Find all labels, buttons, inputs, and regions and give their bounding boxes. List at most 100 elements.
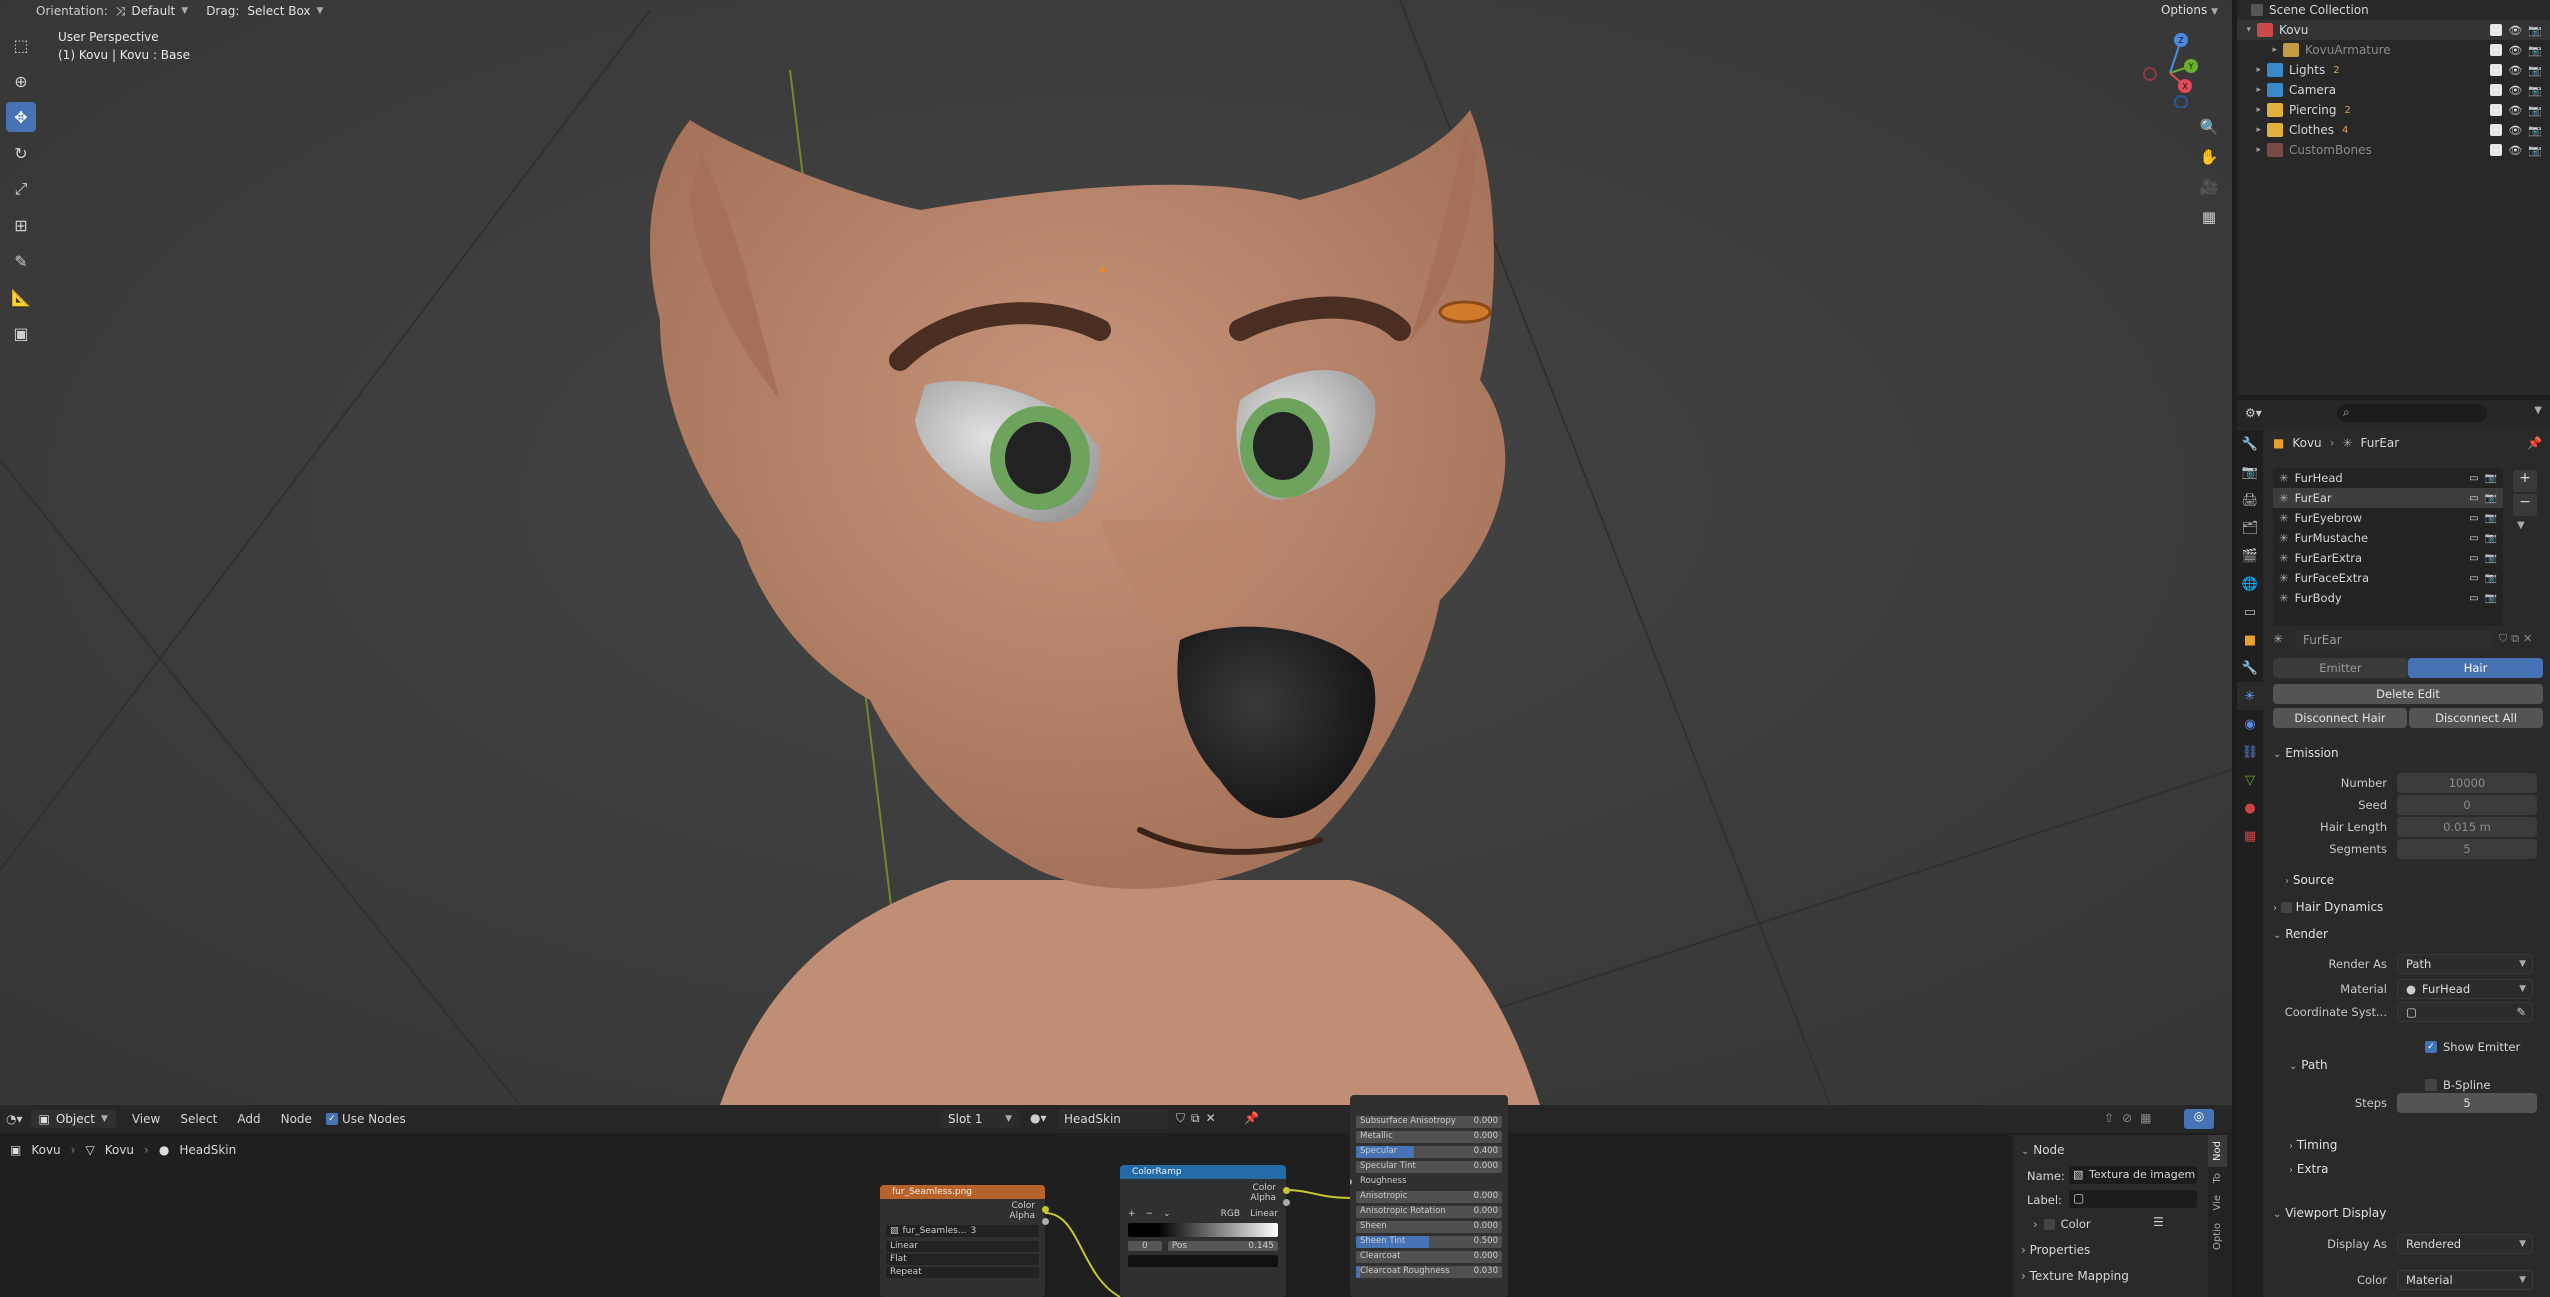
bspline-row[interactable]: B-Spline [2425,1078,2490,1092]
outliner-row[interactable]: ▸ KovuArmature 👁 📷 [2237,40,2550,60]
material-tab-icon[interactable]: ● [2237,794,2263,822]
show-emitter-row[interactable]: ✓ Show Emitter [2425,1040,2520,1054]
bsdf-input-row[interactable]: Subsurface Anisotropy 0.000 [1356,1116,1502,1128]
outliner-row[interactable]: ▾ Kovu 👁 📷 [2237,20,2550,40]
bsdf-input-row[interactable]: Clearcoat 0.000 [1356,1251,1502,1263]
overlay-icons[interactable]: ⇧⊘▦ [2104,1111,2159,1125]
options-dropdown[interactable]: Options ▼ [2161,3,2218,17]
eye-icon[interactable]: 👁 [2508,64,2522,77]
disconnect-hair-button[interactable]: Disconnect Hair [2273,708,2407,728]
bsdf-input-row[interactable]: Specular Tint 0.000 [1356,1161,1502,1173]
datablock-actions[interactable]: ⛉⧉✕ [2499,632,2536,646]
exclude-checkbox[interactable] [2490,123,2503,136]
ramp-interp[interactable]: Linear [1250,1209,1278,1219]
particle-system-item[interactable]: ✳ FurMustache ▭ 📷 [2273,528,2503,548]
hair-tab[interactable]: Hair [2408,658,2543,678]
path-panel-header[interactable]: ⌄ Path [2289,1058,2328,1072]
bsdf-input-row[interactable]: Sheen Tint 0.500 [1356,1236,1502,1248]
camera-icon[interactable]: 📷 [2485,473,2497,484]
overlays-toggle-icon[interactable]: ◎ [2184,1109,2214,1129]
bsdf-input-row[interactable]: Specular 0.400 [1356,1146,1502,1158]
hair-dynamics-checkbox[interactable] [2280,902,2292,913]
coordinate-system-field[interactable]: ▢ ✎ [2397,1002,2533,1022]
render-tab-icon[interactable]: 📷 [2237,458,2263,486]
remove-system-button[interactable]: − [2513,494,2537,516]
eye-icon[interactable]: 👁 [2508,24,2522,37]
particle-system-item[interactable]: ✳ FurEarExtra ▭ 📷 [2273,548,2503,568]
eye-icon[interactable]: 👁 [2508,44,2522,57]
modifiers-tab-icon[interactable]: 🔧 [2237,654,2263,682]
outliner-row[interactable]: ▸ Camera 👁 📷 [2237,80,2550,100]
measure-icon[interactable]: 📐 [6,282,36,312]
properties-search-input[interactable]: ⌕ [2337,404,2487,422]
camera-icon[interactable]: 📷 [2528,24,2542,37]
interpolation-dropdown[interactable]: Linear [886,1241,1039,1252]
node-label-field[interactable]: ▢ [2069,1190,2197,1208]
editor-type-icon[interactable]: ⚙▾ [2245,406,2262,420]
eyedropper-icon[interactable]: ✎ [2516,1005,2526,1019]
ortho-grid-icon[interactable]: ▦ [2196,204,2222,230]
image-texture-node-header[interactable]: fur_Seamless.png [880,1185,1045,1199]
chevron-right-icon[interactable]: ▸ [2237,45,2277,55]
extra-panel-header[interactable]: › Extra [2289,1162,2329,1176]
data-tab-icon[interactable]: ▽ [2237,766,2263,794]
visibility-toggles[interactable]: 👁 📷 [2490,143,2542,157]
ramp-color-socket[interactable] [1283,1187,1290,1194]
camera-icon[interactable]: 📷 [2528,124,2542,137]
world-tab-icon[interactable]: 🌐 [2237,570,2263,598]
ramp-stop-pos[interactable]: Pos 0.145 [1167,1241,1278,1251]
bsdf-input-row[interactable]: Anisotropic 0.000 [1356,1191,1502,1203]
steps-field[interactable]: 5 [2397,1093,2537,1113]
render-as-dropdown[interactable]: Path ▼ [2397,954,2533,974]
outliner-row[interactable]: ▸ Clothes 4 👁 📷 [2237,120,2550,140]
zoom-icon[interactable]: 🔍 [2196,114,2222,140]
camera-icon[interactable]: 📷 [2485,493,2497,504]
visibility-toggles[interactable]: 👁 📷 [2490,63,2542,77]
scene-tab-icon[interactable]: 🎬 [2237,542,2263,570]
render-panel-header[interactable]: ⌄ Render [2273,927,2328,941]
visibility-toggles[interactable]: 👁 📷 [2490,83,2542,97]
segments-field[interactable]: 5 [2397,839,2537,859]
eye-icon[interactable]: 👁 [2508,144,2522,157]
chevron-right-icon[interactable]: ▸ [2237,85,2261,95]
camera-icon[interactable]: 📷 [2485,593,2497,604]
3d-viewport[interactable]: Orientation: ⤨ Default ▼ Drag: Select Box ▼… [0,0,2232,1105]
seed-field[interactable]: 0 [2397,795,2537,815]
timing-panel-header[interactable]: › Timing [2289,1138,2337,1152]
particle-system-item[interactable]: ✳ FurEyebrow ▭ 📷 [2273,508,2503,528]
camera-icon[interactable]: 📷 [2528,84,2542,97]
orientation-dropdown[interactable]: ⤨ Default ▼ [108,2,196,20]
camera-icon[interactable]: 📷 [2528,64,2542,77]
sidebar-tab-options[interactable]: Optio [2208,1217,2227,1256]
chevron-down-icon[interactable]: ▾ [2237,25,2251,35]
exclude-checkbox[interactable] [2490,83,2503,96]
bsdf-input-row[interactable]: Clearcoat Roughness 0.030 [1356,1266,1502,1278]
cursor-select-icon[interactable]: ⬚ [6,30,36,60]
show-emitter-checkbox[interactable]: ✓ [2425,1041,2437,1053]
hair-dynamics-panel-header[interactable]: › Hair Dynamics [2273,900,2383,914]
exclude-checkbox[interactable] [2490,23,2503,36]
extension-dropdown[interactable]: Repeat [886,1267,1039,1278]
properties-panel-header[interactable]: › Properties [2021,1243,2090,1257]
display-as-dropdown[interactable]: Rendered ▼ [2397,1234,2533,1254]
bsdf-input-row[interactable]: Sheen 0.000 [1356,1221,1502,1233]
monitor-icon[interactable]: ▭ [2469,553,2478,564]
pin-icon[interactable]: 📌 [2527,436,2542,450]
bsdf-input-row[interactable]: Roughness [1350,1176,1502,1188]
bsdf-input-row[interactable]: Metallic 0.000 [1356,1131,1502,1143]
emitter-tab[interactable]: Emitter [2273,658,2408,678]
projection-dropdown[interactable]: Flat [886,1254,1039,1265]
eye-icon[interactable]: 👁 [2508,124,2522,137]
ramp-stop-index[interactable]: 0 [1128,1241,1162,1251]
particle-system-item[interactable]: ✳ FurBody ▭ 📷 [2273,588,2503,608]
add-stop-icon[interactable]: + [1128,1209,1136,1219]
camera-icon[interactable]: 📷 [2528,104,2542,117]
chevron-down-icon[interactable]: ⌄ [1163,1209,1171,1219]
physics-tab-icon[interactable]: ◉ [2237,710,2263,738]
hair-length-field[interactable]: 0.015 m [2397,817,2537,837]
collection-tab-icon[interactable]: ▭ [2237,598,2263,626]
camera-icon[interactable]: 📷 [2485,573,2497,584]
monitor-icon[interactable]: ▭ [2469,473,2478,484]
ramp-mode[interactable]: RGB [1221,1209,1240,1219]
list-icon[interactable]: ☰ [2153,1215,2164,1229]
